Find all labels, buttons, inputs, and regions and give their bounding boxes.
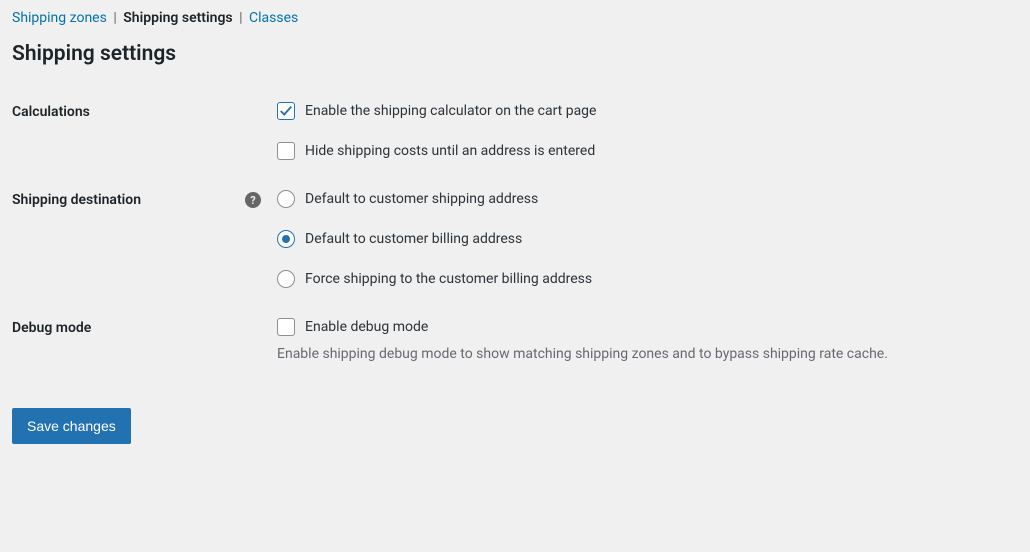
check-icon: [279, 104, 293, 118]
subnav-link-shipping-settings[interactable]: Shipping settings: [123, 10, 232, 26]
section-label-calculations: Calculations: [12, 104, 90, 120]
section-label-debug: Debug mode: [12, 320, 91, 336]
label-default-billing-address[interactable]: Default to customer billing address: [305, 231, 522, 247]
label-enable-calculator[interactable]: Enable the shipping calculator on the ca…: [305, 103, 596, 119]
checkbox-enable-calculator[interactable]: [277, 102, 295, 120]
section-debug: Debug mode Enable debug mode Enable ship…: [12, 318, 1018, 362]
checkbox-enable-debug[interactable]: [277, 318, 295, 336]
label-force-billing-address[interactable]: Force shipping to the customer billing a…: [305, 271, 592, 287]
radio-default-billing-address[interactable]: [277, 230, 295, 248]
section-calculations: Calculations Enable the shipping calcula…: [12, 102, 1018, 160]
help-icon[interactable]: ?: [245, 192, 261, 208]
section-label-destination: Shipping destination: [12, 192, 141, 208]
checkbox-hide-costs[interactable]: [277, 142, 295, 160]
label-enable-debug[interactable]: Enable debug mode: [305, 319, 428, 335]
label-default-shipping-address[interactable]: Default to customer shipping address: [305, 191, 538, 207]
subnav: Shipping zones | Shipping settings | Cla…: [12, 10, 1018, 26]
radio-force-billing-address[interactable]: [277, 270, 295, 288]
subnav-link-shipping-zones[interactable]: Shipping zones: [12, 10, 107, 26]
save-changes-button[interactable]: Save changes: [12, 408, 131, 444]
radio-default-shipping-address[interactable]: [277, 190, 295, 208]
section-destination: Shipping destination ? Default to custom…: [12, 190, 1018, 288]
subnav-separator: |: [239, 10, 242, 26]
subnav-link-classes[interactable]: Classes: [249, 10, 298, 26]
page-title: Shipping settings: [12, 42, 1018, 66]
label-hide-costs[interactable]: Hide shipping costs until an address is …: [305, 143, 595, 159]
subnav-separator: |: [113, 10, 116, 26]
debug-help-text: Enable shipping debug mode to show match…: [277, 346, 1018, 362]
